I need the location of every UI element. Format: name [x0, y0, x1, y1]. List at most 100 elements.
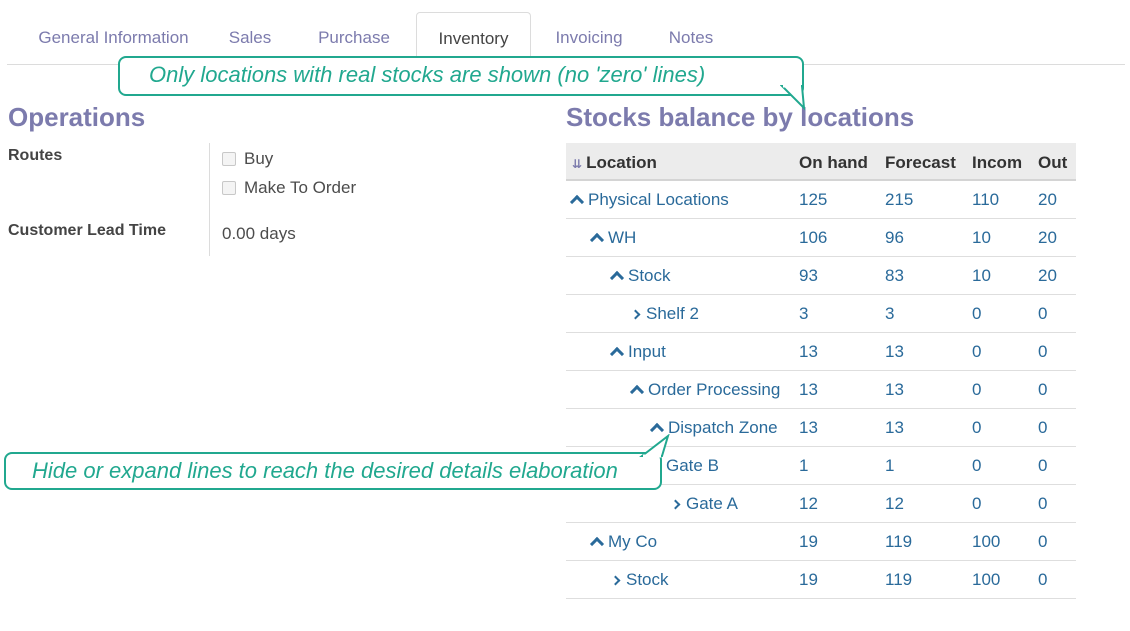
- out-cell: 0: [1038, 494, 1048, 513]
- collapse-caret-icon[interactable]: [609, 346, 625, 362]
- out-cell: 0: [1038, 532, 1048, 551]
- forecast-cell: 119: [885, 532, 913, 551]
- sort-down-icon: ⇊: [572, 157, 583, 171]
- table-row: Order Processing 13 13 0 0: [566, 371, 1076, 409]
- expand-caret-icon[interactable]: [630, 309, 641, 320]
- expand-caret-icon[interactable]: [670, 499, 681, 510]
- collapse-caret-icon[interactable]: [589, 232, 605, 248]
- forecast-cell: 215: [885, 190, 914, 209]
- callout-bottom: Hide or expand lines to reach the desire…: [4, 452, 662, 490]
- collapse-caret-icon[interactable]: [609, 270, 625, 286]
- incoming-cell: 0: [972, 418, 982, 437]
- forecast-cell: 83: [885, 266, 904, 285]
- location-name: Physical Locations: [588, 190, 729, 209]
- collapse-caret-icon[interactable]: [629, 384, 645, 400]
- location-cell[interactable]: Order Processing: [629, 380, 781, 400]
- field-divider: [209, 143, 210, 256]
- table-row: Input 13 13 0 0: [566, 333, 1076, 371]
- on-hand-cell: 106: [799, 228, 828, 247]
- out-header[interactable]: Out: [1038, 153, 1067, 173]
- location-cell[interactable]: Shelf 2: [630, 304, 699, 324]
- incoming-cell: 0: [972, 494, 982, 513]
- collapse-caret-icon[interactable]: [569, 194, 585, 210]
- location-name: Shelf 2: [646, 304, 699, 323]
- forecast-cell: 13: [885, 342, 904, 361]
- callout-top-tail: [780, 84, 806, 111]
- forecast-cell: 1: [885, 456, 895, 475]
- incoming-cell: 0: [972, 456, 982, 475]
- location-cell[interactable]: Gate A: [670, 494, 738, 514]
- on-hand-header[interactable]: On hand: [799, 153, 868, 173]
- location-cell[interactable]: My Co: [589, 532, 658, 552]
- location-name: Dispatch Zone: [668, 418, 778, 437]
- stocks-table: ⇊ Location On hand Forecast Incom Out Phy…: [566, 143, 1076, 599]
- incoming-cell: 0: [972, 380, 982, 399]
- incoming-cell: 110: [972, 190, 1000, 209]
- location-name: WH: [608, 228, 637, 247]
- location-name: Input: [628, 342, 666, 361]
- routes-label: Routes: [8, 147, 63, 164]
- on-hand-cell: 1: [799, 456, 809, 475]
- location-name: Order Processing: [648, 380, 781, 399]
- incoming-cell: 10: [972, 266, 991, 285]
- location-cell[interactable]: Input: [609, 342, 666, 362]
- incoming-cell: 10: [972, 228, 991, 247]
- table-row: Physical Locations 125 215 110 20: [566, 181, 1076, 219]
- out-cell: 0: [1038, 456, 1048, 475]
- on-hand-cell: 93: [799, 266, 818, 285]
- location-name: Stock: [626, 570, 669, 589]
- out-cell: 0: [1038, 304, 1048, 323]
- collapse-caret-icon[interactable]: [589, 536, 605, 552]
- table-header: ⇊ Location On hand Forecast Incom Out: [566, 143, 1076, 181]
- on-hand-cell: 13: [799, 342, 818, 361]
- table-row: Gate A 12 12 0 0: [566, 485, 1076, 523]
- forecast-cell: 96: [885, 228, 904, 247]
- customer-lead-time-value: 0.00 days: [222, 224, 296, 243]
- location-name: Gate B: [666, 456, 719, 475]
- on-hand-cell: 12: [799, 494, 818, 513]
- out-cell: 0: [1038, 570, 1048, 589]
- table-row: Stock 93 83 10 20: [566, 257, 1076, 295]
- route-buy[interactable]: Buy: [222, 149, 273, 169]
- on-hand-cell: 13: [799, 380, 818, 399]
- out-cell: 20: [1038, 228, 1057, 247]
- on-hand-cell: 19: [799, 570, 818, 589]
- location-name: My Co: [608, 532, 658, 551]
- location-name: Gate A: [686, 494, 738, 513]
- buy-label: Buy: [244, 149, 274, 168]
- incoming-cell: 100: [972, 532, 1001, 551]
- location-cell[interactable]: WH: [589, 228, 637, 248]
- incoming-cell: 0: [972, 342, 982, 361]
- location-name: Stock: [628, 266, 671, 285]
- table-row: My Co 19 119 100 0: [566, 523, 1076, 561]
- forecast-header[interactable]: Forecast: [885, 153, 956, 173]
- make-to-order-checkbox[interactable]: [222, 181, 236, 195]
- callout-bottom-tail: [639, 434, 670, 458]
- on-hand-cell: 13: [799, 418, 818, 437]
- route-make-to-order[interactable]: Make To Order: [222, 178, 356, 198]
- location-header[interactable]: ⇊ Location: [572, 153, 657, 173]
- forecast-cell: 13: [885, 418, 904, 437]
- stocks-title: Stocks balance by locations: [566, 102, 915, 132]
- forecast-cell: 119: [885, 570, 913, 589]
- forecast-cell: 12: [885, 494, 904, 513]
- location-cell[interactable]: Physical Locations: [569, 190, 729, 210]
- table-row: Shelf 2 3 3 0 0: [566, 295, 1076, 333]
- callout-top: Only locations with real stocks are show…: [118, 56, 804, 96]
- incoming-header[interactable]: Incom: [972, 153, 1022, 173]
- incoming-cell: 100: [972, 570, 1001, 589]
- out-cell: 20: [1038, 190, 1057, 209]
- customer-lead-time-label: Customer Lead Time: [8, 222, 166, 239]
- location-cell[interactable]: Stock: [609, 266, 671, 286]
- location-cell[interactable]: Stock: [610, 570, 669, 590]
- out-cell: 0: [1038, 342, 1048, 361]
- out-cell: 0: [1038, 418, 1048, 437]
- forecast-cell: 13: [885, 380, 904, 399]
- forecast-cell: 3: [885, 304, 895, 323]
- on-hand-cell: 125: [799, 190, 828, 209]
- operations-title: Operations: [8, 102, 146, 132]
- expand-caret-icon[interactable]: [610, 575, 621, 586]
- on-hand-cell: 19: [799, 532, 818, 551]
- buy-checkbox[interactable]: [222, 152, 236, 166]
- table-row: WH 106 96 10 20: [566, 219, 1076, 257]
